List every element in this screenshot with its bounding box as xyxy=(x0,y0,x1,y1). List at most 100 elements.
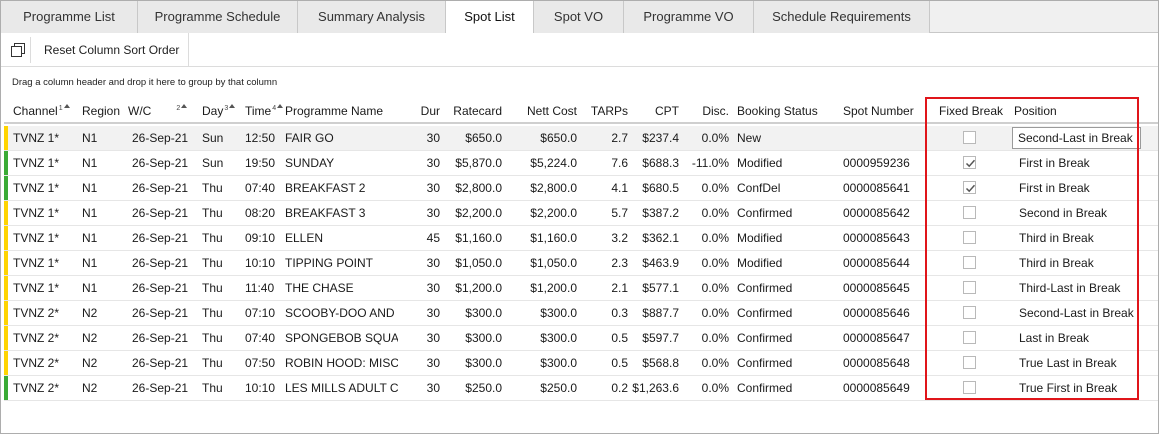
cell-programme[interactable]: ROBIN HOOD: MISCH xyxy=(285,351,398,375)
cell-time[interactable]: 07:40 xyxy=(245,326,281,350)
cell-status[interactable]: Confirmed xyxy=(737,301,837,325)
fixed-break-checkbox[interactable] xyxy=(963,131,976,144)
cell-ratecard[interactable]: $300.0 xyxy=(444,351,502,375)
cell-cpt[interactable]: $887.7 xyxy=(632,301,679,325)
cell-time[interactable]: 11:40 xyxy=(245,276,281,300)
col-header-booking-status[interactable]: Booking Status xyxy=(737,99,818,124)
cell-spot[interactable]: 0000085644 xyxy=(843,251,928,275)
cell-wc[interactable]: 26-Sep-21 xyxy=(132,251,192,275)
tab-spot-vo[interactable]: Spot VO xyxy=(534,1,624,33)
cell-disc[interactable]: 0.0% xyxy=(683,326,729,350)
cell-position[interactable]: Third in Break xyxy=(1019,251,1144,275)
cell-ratecard[interactable]: $5,870.0 xyxy=(444,151,502,175)
cell-status[interactable]: Modified xyxy=(737,251,837,275)
cell-time[interactable]: 07:50 xyxy=(245,351,281,375)
col-header-fixed-break[interactable]: Fixed Break xyxy=(939,99,1003,124)
cell-dur[interactable]: 30 xyxy=(404,351,440,375)
fixed-break-checkbox[interactable] xyxy=(963,231,976,244)
cell-programme[interactable]: THE CHASE xyxy=(285,276,398,300)
col-header-position[interactable]: Position xyxy=(1014,99,1057,124)
cell-tarps[interactable]: 3.2 xyxy=(581,226,628,250)
cell-dur[interactable]: 30 xyxy=(404,276,440,300)
cell-tarps[interactable]: 2.3 xyxy=(581,251,628,275)
fixed-break-checkbox[interactable] xyxy=(963,331,976,344)
cell-region[interactable]: N2 xyxy=(82,301,122,325)
cell-day[interactable]: Thu xyxy=(202,176,240,200)
cell-region[interactable]: N1 xyxy=(82,251,122,275)
cell-spot[interactable]: 0000085642 xyxy=(843,201,928,225)
cell-spot[interactable]: 0000085648 xyxy=(843,351,928,375)
cell-channel[interactable]: TVNZ 2* xyxy=(13,301,77,325)
col-header-channel[interactable]: Channel1 xyxy=(13,99,70,124)
cell-programme[interactable]: BREAKFAST 2 xyxy=(285,176,398,200)
cell-time[interactable]: 08:20 xyxy=(245,201,281,225)
cell-day[interactable]: Thu xyxy=(202,276,240,300)
cell-spot[interactable]: 0000959236 xyxy=(843,151,928,175)
cell-region[interactable]: N1 xyxy=(82,126,122,150)
cell-dur[interactable]: 30 xyxy=(404,151,440,175)
cell-position[interactable]: Third-Last in Break xyxy=(1019,276,1144,300)
cell-tarps[interactable]: 0.3 xyxy=(581,301,628,325)
cell-spot[interactable]: 0000085643 xyxy=(843,226,928,250)
tab-spot-list[interactable]: Spot List xyxy=(446,1,534,34)
cell-day[interactable]: Thu xyxy=(202,301,240,325)
cell-programme[interactable]: ELLEN xyxy=(285,226,398,250)
cell-dur[interactable]: 30 xyxy=(404,176,440,200)
cell-day[interactable]: Thu xyxy=(202,376,240,400)
cell-channel[interactable]: TVNZ 1* xyxy=(13,276,77,300)
cell-tarps[interactable]: 2.1 xyxy=(581,276,628,300)
cell-nett[interactable]: $2,800.0 xyxy=(506,176,577,200)
cell-region[interactable]: N2 xyxy=(82,351,122,375)
cell-position[interactable]: First in Break xyxy=(1019,176,1144,200)
cell-nett[interactable]: $300.0 xyxy=(506,301,577,325)
table-row[interactable]: TVNZ 1* N1 26-Sep-21 Thu 09:10 ELLEN 45 $1,160.… xyxy=(4,226,1158,251)
cell-cpt[interactable]: $597.7 xyxy=(632,326,679,350)
cell-channel[interactable]: TVNZ 1* xyxy=(13,151,77,175)
cell-day[interactable]: Thu xyxy=(202,351,240,375)
cell-region[interactable]: N1 xyxy=(82,176,122,200)
cell-disc[interactable]: 0.0% xyxy=(683,126,729,150)
cell-nett[interactable]: $5,224.0 xyxy=(506,151,577,175)
cell-cpt[interactable]: $568.8 xyxy=(632,351,679,375)
cell-ratecard[interactable]: $2,200.0 xyxy=(444,201,502,225)
cell-tarps[interactable]: 7.6 xyxy=(581,151,628,175)
cell-cpt[interactable]: $362.1 xyxy=(632,226,679,250)
table-row[interactable]: TVNZ 1* N1 26-Sep-21 Thu 07:40 BREAKFAST 2 30 $… xyxy=(4,176,1158,201)
cell-programme[interactable]: FAIR GO xyxy=(285,126,398,150)
cell-spot[interactable]: 0000085645 xyxy=(843,276,928,300)
cell-cpt[interactable]: $237.4 xyxy=(632,126,679,150)
cell-status[interactable]: New xyxy=(737,126,837,150)
cell-channel[interactable]: TVNZ 2* xyxy=(13,326,77,350)
cell-status[interactable]: Confirmed xyxy=(737,326,837,350)
cell-tarps[interactable]: 0.2 xyxy=(581,376,628,400)
cell-position[interactable]: Second-Last in Break xyxy=(1019,301,1144,325)
table-row[interactable]: TVNZ 1* N1 26-Sep-21 Sun 19:50 SUNDAY 30 $5,870… xyxy=(4,151,1158,176)
cell-programme[interactable]: SUNDAY xyxy=(285,151,398,175)
cell-channel[interactable]: TVNZ 2* xyxy=(13,351,77,375)
cell-ratecard[interactable]: $300.0 xyxy=(444,326,502,350)
group-by-panel[interactable]: Drag a column header and drop it here to… xyxy=(1,68,1158,98)
tab-programme-list[interactable]: Programme List xyxy=(1,1,138,33)
cell-disc[interactable]: -11.0% xyxy=(683,151,729,175)
fixed-break-checkbox[interactable] xyxy=(963,381,976,394)
cell-spot[interactable]: 0000085641 xyxy=(843,176,928,200)
cell-tarps[interactable]: 2.7 xyxy=(581,126,628,150)
cell-dur[interactable]: 30 xyxy=(404,251,440,275)
table-row[interactable]: TVNZ 2* N2 26-Sep-21 Thu 07:50 ROBIN HOOD: MI… xyxy=(4,351,1158,376)
cell-day[interactable]: Thu xyxy=(202,201,240,225)
cell-wc[interactable]: 26-Sep-21 xyxy=(132,176,192,200)
cell-spot[interactable]: 0000085646 xyxy=(843,301,928,325)
tab-summary-analysis[interactable]: Summary Analysis xyxy=(298,1,446,33)
cell-channel[interactable]: TVNZ 1* xyxy=(13,226,77,250)
cell-wc[interactable]: 26-Sep-21 xyxy=(132,376,192,400)
cell-tarps[interactable]: 4.1 xyxy=(581,176,628,200)
cell-dur[interactable]: 30 xyxy=(404,301,440,325)
table-row[interactable]: TVNZ 1* N1 26-Sep-21 Thu 11:40 THE CHASE 30 $1,… xyxy=(4,276,1158,301)
cell-programme[interactable]: TIPPING POINT xyxy=(285,251,398,275)
fixed-break-checkbox[interactable] xyxy=(963,206,976,219)
table-row[interactable]: TVNZ 2* N2 26-Sep-21 Thu 10:10 LES MILLS ADUL… xyxy=(4,376,1158,401)
fixed-break-checkbox[interactable] xyxy=(963,256,976,269)
col-header-region[interactable]: Region xyxy=(82,99,120,124)
cell-disc[interactable]: 0.0% xyxy=(683,376,729,400)
cell-spot[interactable] xyxy=(843,126,928,150)
